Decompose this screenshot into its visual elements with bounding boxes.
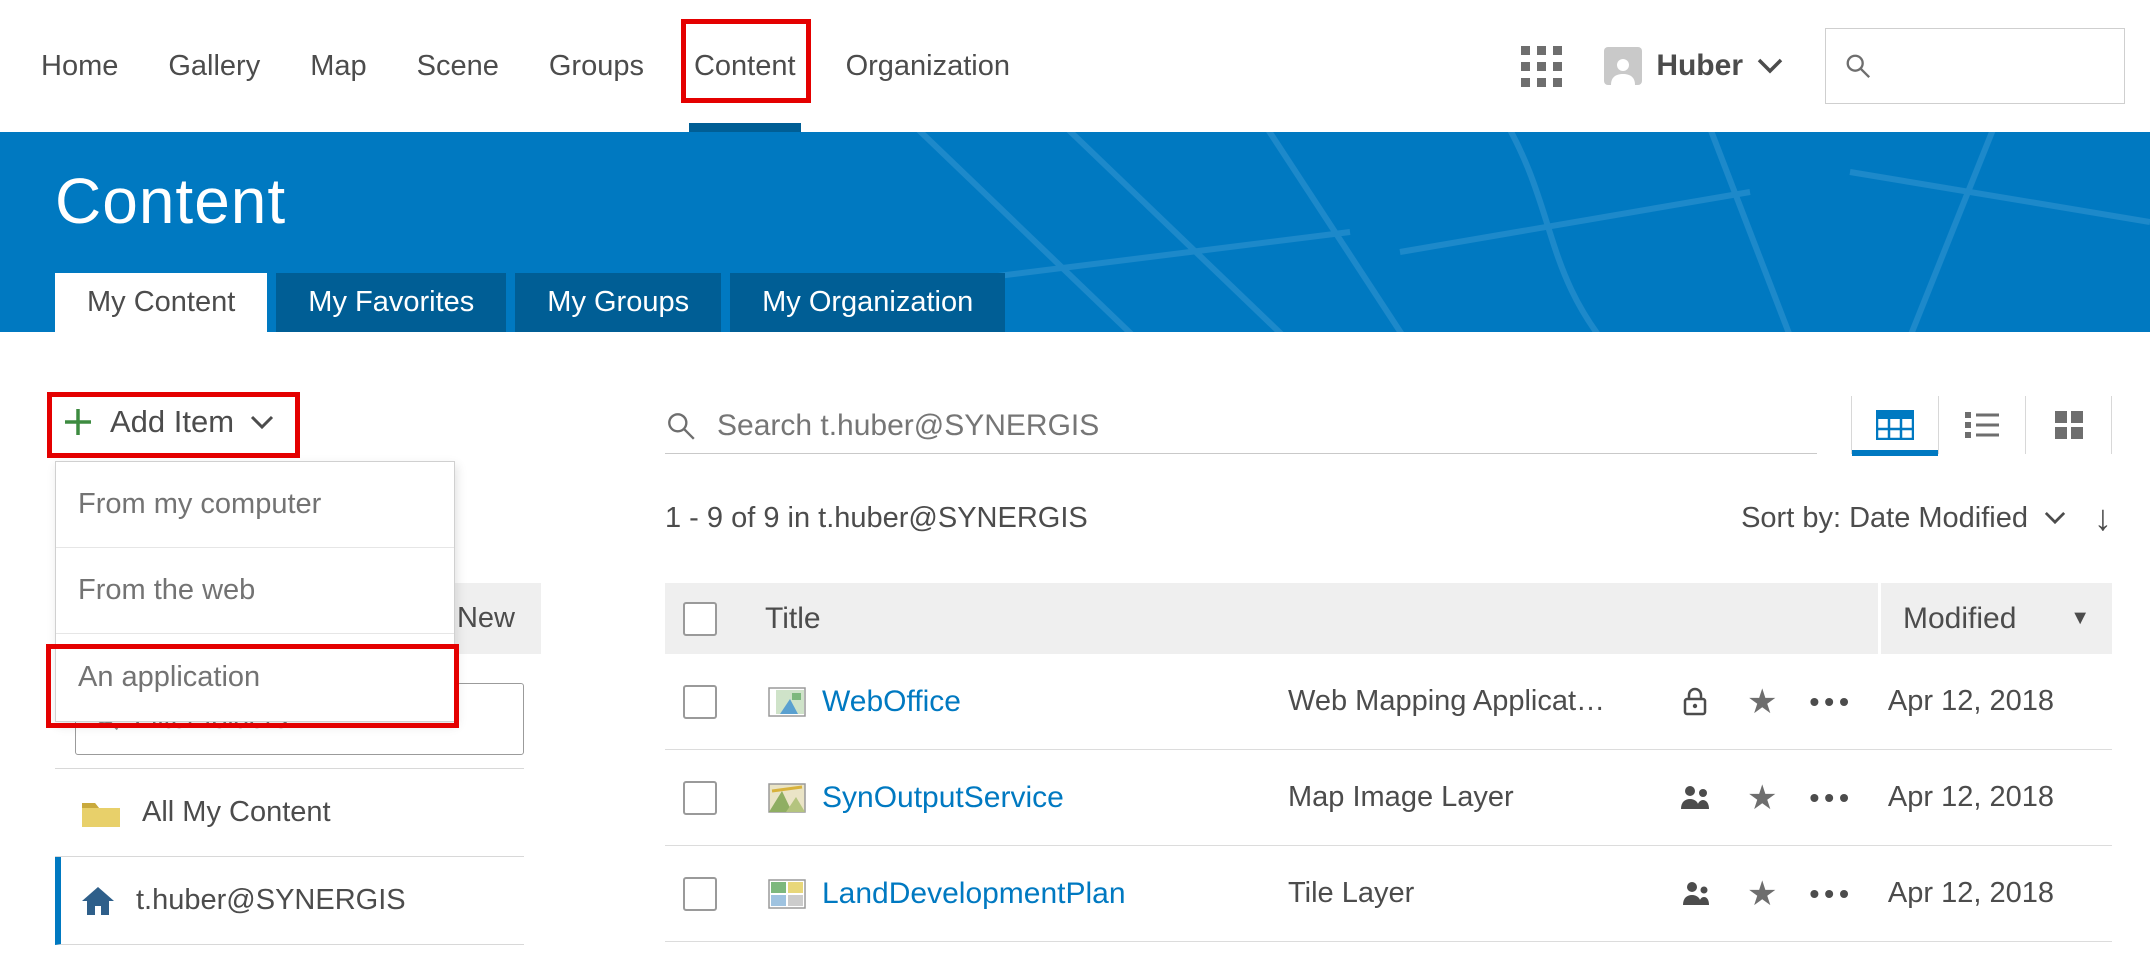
sort-by-label: Sort by: Date Modified bbox=[1741, 502, 2028, 535]
modified-date: Apr 12, 2018 bbox=[1888, 685, 2054, 718]
tab-my-organization[interactable]: My Organization bbox=[730, 273, 1005, 332]
add-item-dropdown: From my computer From the web An applica… bbox=[55, 461, 455, 722]
favorite-star-icon[interactable]: ★ bbox=[1747, 778, 1777, 818]
select-all-checkbox[interactable] bbox=[683, 602, 717, 636]
add-item-button[interactable]: Add Item bbox=[62, 404, 274, 440]
row-checkbox[interactable] bbox=[683, 877, 717, 911]
list-view-icon bbox=[1964, 411, 2000, 439]
sort-direction-button[interactable]: ↓ bbox=[2094, 497, 2112, 539]
table-view-icon bbox=[1876, 410, 1914, 440]
nav-item-organization[interactable]: Organization bbox=[821, 0, 1035, 132]
global-search-input[interactable] bbox=[1886, 50, 2106, 82]
nav-item-content[interactable]: Content bbox=[669, 0, 821, 132]
table-row: SynOutputService Map Image Layer ★ ••• A… bbox=[665, 750, 2112, 846]
nav-right-group: Huber bbox=[1521, 0, 2125, 132]
avatar bbox=[1604, 47, 1642, 85]
active-nav-underline bbox=[689, 123, 801, 132]
synoutputservice-thumb-icon bbox=[768, 783, 808, 813]
global-search-box[interactable] bbox=[1825, 28, 2125, 104]
tab-my-favorites[interactable]: My Favorites bbox=[276, 273, 506, 332]
nav-item-groups[interactable]: Groups bbox=[524, 0, 669, 132]
top-navigation: Home Gallery Map Scene Groups Content Or… bbox=[0, 0, 2150, 132]
favorite-star-icon[interactable]: ★ bbox=[1747, 682, 1777, 722]
search-icon bbox=[665, 410, 697, 442]
nav-item-content-label: Content bbox=[694, 50, 796, 83]
new-folder-button[interactable]: New bbox=[457, 602, 515, 635]
nav-item-scene[interactable]: Scene bbox=[392, 0, 524, 132]
user-menu[interactable]: Huber bbox=[1604, 47, 1783, 85]
nav-item-home[interactable]: Home bbox=[41, 0, 143, 132]
content-tabs: My Content My Favorites My Groups My Org… bbox=[55, 273, 1005, 332]
table-row: LandDevelopmentPlan Tile Layer ★ ••• Apr… bbox=[665, 846, 2112, 942]
view-toggle-group bbox=[1851, 396, 2112, 454]
sort-by-dropdown[interactable]: Sort by: Date Modified bbox=[1741, 502, 2066, 535]
weboffice-thumb-icon bbox=[768, 687, 808, 717]
nav-items: Home Gallery Map Scene Groups Content Or… bbox=[41, 0, 1035, 132]
chevron-down-icon bbox=[250, 415, 274, 430]
menu-item-from-my-computer[interactable]: From my computer bbox=[56, 462, 454, 548]
favorite-star-icon[interactable]: ★ bbox=[1747, 874, 1777, 914]
search-icon bbox=[1844, 51, 1872, 81]
table-row: WebOffice Web Mapping Applicat… ★ ••• Ap… bbox=[665, 654, 2112, 750]
column-header-title[interactable]: Title bbox=[765, 602, 1878, 636]
tab-my-content[interactable]: My Content bbox=[55, 273, 267, 332]
lock-icon bbox=[1673, 686, 1717, 718]
item-link-synoutputservice[interactable]: SynOutputService bbox=[822, 781, 1288, 815]
folder-all-my-content[interactable]: All My Content bbox=[55, 769, 524, 857]
more-options-icon[interactable]: ••• bbox=[1809, 686, 1853, 718]
chevron-down-icon bbox=[2044, 511, 2066, 525]
nav-item-map[interactable]: Map bbox=[285, 0, 391, 132]
nav-item-gallery[interactable]: Gallery bbox=[143, 0, 285, 132]
chevron-down-icon bbox=[1757, 58, 1783, 74]
more-options-icon[interactable]: ••• bbox=[1809, 782, 1853, 814]
content-search-input[interactable] bbox=[717, 409, 1717, 443]
list-view-button[interactable] bbox=[1938, 396, 2025, 454]
grid-view-icon bbox=[2054, 410, 2084, 440]
plus-icon bbox=[62, 406, 94, 438]
page-title: Content bbox=[55, 164, 286, 238]
add-item-label: Add Item bbox=[110, 404, 234, 440]
modified-date: Apr 12, 2018 bbox=[1888, 781, 2054, 814]
results-count: 1 - 9 of 9 in t.huber@SYNERGIS bbox=[665, 502, 1088, 535]
user-name: Huber bbox=[1656, 49, 1743, 83]
content-search-bar[interactable] bbox=[665, 398, 1817, 454]
folder-list: All My Content t.huber@SYNERGIS bbox=[55, 768, 524, 945]
home-icon bbox=[80, 885, 116, 917]
landdevelopmentplan-thumb-icon bbox=[768, 879, 808, 909]
folder-label: t.huber@SYNERGIS bbox=[136, 884, 406, 917]
row-checkbox[interactable] bbox=[683, 685, 717, 719]
row-checkbox[interactable] bbox=[683, 781, 717, 815]
organization-share-icon bbox=[1673, 879, 1717, 909]
app-launcher-icon[interactable] bbox=[1521, 46, 1562, 87]
item-link-weboffice[interactable]: WebOffice bbox=[822, 685, 1288, 719]
modified-label: Modified bbox=[1903, 602, 2016, 636]
folder-icon bbox=[80, 797, 122, 829]
modified-date: Apr 12, 2018 bbox=[1888, 877, 2054, 910]
menu-item-an-application[interactable]: An application bbox=[56, 634, 454, 721]
item-type: Tile Layer bbox=[1288, 877, 1673, 910]
table-header: Title Modified ▼ bbox=[665, 583, 2112, 654]
content-banner: Content My Content My Favorites My Group… bbox=[0, 132, 2150, 332]
tab-my-groups[interactable]: My Groups bbox=[515, 273, 721, 332]
folder-thuber-synergis[interactable]: t.huber@SYNERGIS bbox=[55, 857, 524, 945]
table-view-button[interactable] bbox=[1851, 396, 1938, 454]
item-type: Map Image Layer bbox=[1288, 781, 1673, 814]
column-header-modified[interactable]: Modified ▼ bbox=[1878, 583, 2112, 654]
grid-view-button[interactable] bbox=[2025, 396, 2112, 454]
sort-descending-icon: ▼ bbox=[2070, 607, 2090, 630]
organization-share-icon bbox=[1673, 783, 1717, 813]
content-table: WebOffice Web Mapping Applicat… ★ ••• Ap… bbox=[665, 654, 2112, 942]
item-type: Web Mapping Applicat… bbox=[1288, 685, 1673, 718]
more-options-icon[interactable]: ••• bbox=[1809, 878, 1853, 910]
folder-label: All My Content bbox=[142, 796, 331, 829]
item-link-landdevelopmentplan[interactable]: LandDevelopmentPlan bbox=[822, 877, 1288, 911]
menu-item-from-the-web[interactable]: From the web bbox=[56, 548, 454, 634]
results-row: 1 - 9 of 9 in t.huber@SYNERGIS Sort by: … bbox=[665, 496, 2112, 540]
